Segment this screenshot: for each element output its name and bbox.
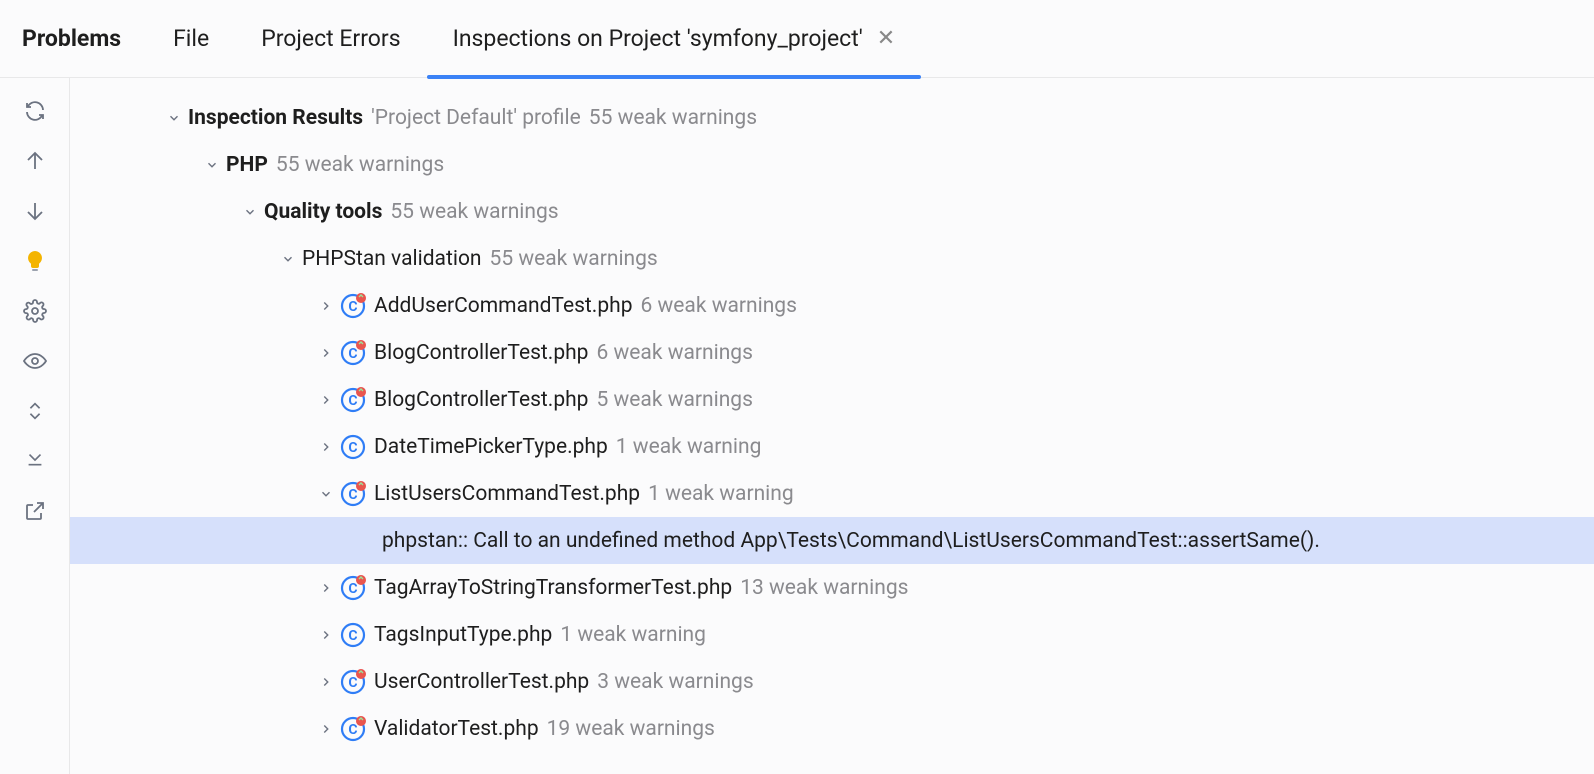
inspection-tree: Inspection Results 'Project Default' pro…	[70, 78, 1594, 774]
tab-problems[interactable]: Problems	[18, 0, 147, 78]
refresh-icon[interactable]	[20, 96, 50, 126]
file-summary: 1 weak warning	[648, 482, 794, 506]
file-summary: 13 weak warnings	[740, 576, 908, 600]
node-summary: 55 weak warnings	[390, 200, 558, 224]
expand-collapse-icon[interactable]	[20, 396, 50, 426]
tab-label: Project Errors	[261, 25, 400, 52]
class-test-icon: C	[340, 669, 366, 695]
node-label: Quality tools	[264, 200, 382, 224]
file-summary: 6 weak warnings	[640, 294, 796, 318]
tree-node-php[interactable]: PHP 55 weak warnings	[70, 141, 1594, 188]
svg-text:C: C	[348, 675, 357, 691]
tab-label: File	[173, 25, 209, 52]
tab-inspections[interactable]: Inspections on Project 'symfony_project'…	[427, 0, 922, 78]
file-summary: 1 weak warning	[560, 623, 706, 647]
collapse-all-icon[interactable]	[20, 446, 50, 476]
eye-icon[interactable]	[20, 346, 50, 376]
class-test-icon: C	[340, 716, 366, 742]
node-summary: 55 weak warnings	[589, 106, 757, 130]
tree-node-file[interactable]: C ValidatorTest.php 19 weak warnings	[70, 705, 1594, 752]
close-icon[interactable]: ✕	[877, 26, 895, 51]
tree-node-quality-tools[interactable]: Quality tools 55 weak warnings	[70, 188, 1594, 235]
tree-node-file[interactable]: C AddUserCommandTest.php 6 weak warnings	[70, 282, 1594, 329]
sidebar-toolbar	[0, 78, 70, 774]
file-summary: 3 weak warnings	[597, 670, 753, 694]
class-test-icon: C	[340, 340, 366, 366]
tab-file[interactable]: File	[147, 0, 235, 78]
chevron-right-icon[interactable]	[312, 581, 340, 595]
svg-text:C: C	[348, 628, 357, 644]
chevron-right-icon[interactable]	[312, 299, 340, 313]
chevron-right-icon[interactable]	[312, 675, 340, 689]
svg-text:C: C	[348, 393, 357, 409]
svg-text:C: C	[348, 581, 357, 597]
class-icon: C	[340, 434, 366, 460]
svg-text:C: C	[348, 346, 357, 362]
chevron-right-icon[interactable]	[312, 393, 340, 407]
tree-node-phpstan[interactable]: PHPStan validation 55 weak warnings	[70, 235, 1594, 282]
file-name: UserControllerTest.php	[374, 670, 589, 694]
svg-text:C: C	[348, 440, 357, 456]
message-text: phpstan:: Call to an undefined method Ap…	[382, 529, 1320, 553]
file-name: BlogControllerTest.php	[374, 341, 588, 365]
arrow-up-icon[interactable]	[20, 146, 50, 176]
gear-icon[interactable]	[20, 296, 50, 326]
chevron-right-icon[interactable]	[312, 722, 340, 736]
inspection-message[interactable]: phpstan:: Call to an undefined method Ap…	[70, 517, 1594, 564]
file-name: AddUserCommandTest.php	[374, 294, 632, 318]
tree-node-file[interactable]: C TagsInputType.php 1 weak warning	[70, 611, 1594, 658]
tree-node-file[interactable]: C DateTimePickerType.php 1 weak warning	[70, 423, 1594, 470]
chevron-right-icon[interactable]	[312, 346, 340, 360]
node-label: PHP	[226, 153, 268, 177]
chevron-right-icon[interactable]	[312, 628, 340, 642]
node-profile: 'Project Default' profile	[371, 106, 581, 130]
node-label: PHPStan validation	[302, 247, 482, 271]
tree-node-file[interactable]: C TagArrayToStringTransformerTest.php 13 w…	[70, 564, 1594, 611]
export-icon[interactable]	[20, 496, 50, 526]
class-icon: C	[340, 622, 366, 648]
file-name: TagArrayToStringTransformerTest.php	[374, 576, 732, 600]
file-name: ListUsersCommandTest.php	[374, 482, 640, 506]
chevron-down-icon[interactable]	[312, 487, 340, 501]
file-summary: 1 weak warning	[616, 435, 762, 459]
chevron-down-icon[interactable]	[274, 252, 302, 266]
file-name: BlogControllerTest.php	[374, 388, 588, 412]
lightbulb-icon[interactable]	[20, 246, 50, 276]
svg-text:C: C	[348, 487, 357, 503]
tree-node-root[interactable]: Inspection Results 'Project Default' pro…	[70, 94, 1594, 141]
file-name: DateTimePickerType.php	[374, 435, 608, 459]
tab-bar: Problems File Project Errors Inspections…	[0, 0, 1594, 78]
svg-text:C: C	[348, 299, 357, 315]
class-test-icon: C	[340, 387, 366, 413]
svg-text:C: C	[348, 722, 357, 738]
class-test-icon: C	[340, 575, 366, 601]
file-summary: 5 weak warnings	[596, 388, 752, 412]
tab-label: Problems	[22, 25, 121, 52]
tab-label: Inspections on Project 'symfony_project'	[453, 25, 863, 52]
class-test-icon: C	[340, 293, 366, 319]
main-area: Inspection Results 'Project Default' pro…	[0, 78, 1594, 774]
node-summary: 55 weak warnings	[276, 153, 444, 177]
tree-node-file[interactable]: C ListUsersCommandTest.php 1 weak warning	[70, 470, 1594, 517]
file-name: TagsInputType.php	[374, 623, 552, 647]
chevron-down-icon[interactable]	[160, 111, 188, 125]
chevron-down-icon[interactable]	[236, 205, 264, 219]
tree-node-file[interactable]: C BlogControllerTest.php 5 weak warnings	[70, 376, 1594, 423]
file-summary: 19 weak warnings	[547, 717, 715, 741]
arrow-down-icon[interactable]	[20, 196, 50, 226]
file-summary: 6 weak warnings	[596, 341, 752, 365]
node-summary: 55 weak warnings	[490, 247, 658, 271]
tab-project-errors[interactable]: Project Errors	[235, 0, 426, 78]
node-label: Inspection Results	[188, 106, 363, 130]
tree-node-file[interactable]: C BlogControllerTest.php 6 weak warnings	[70, 329, 1594, 376]
class-test-icon: C	[340, 481, 366, 507]
chevron-right-icon[interactable]	[312, 440, 340, 454]
tree-node-file[interactable]: C UserControllerTest.php 3 weak warnings	[70, 658, 1594, 705]
chevron-down-icon[interactable]	[198, 158, 226, 172]
file-name: ValidatorTest.php	[374, 717, 539, 741]
